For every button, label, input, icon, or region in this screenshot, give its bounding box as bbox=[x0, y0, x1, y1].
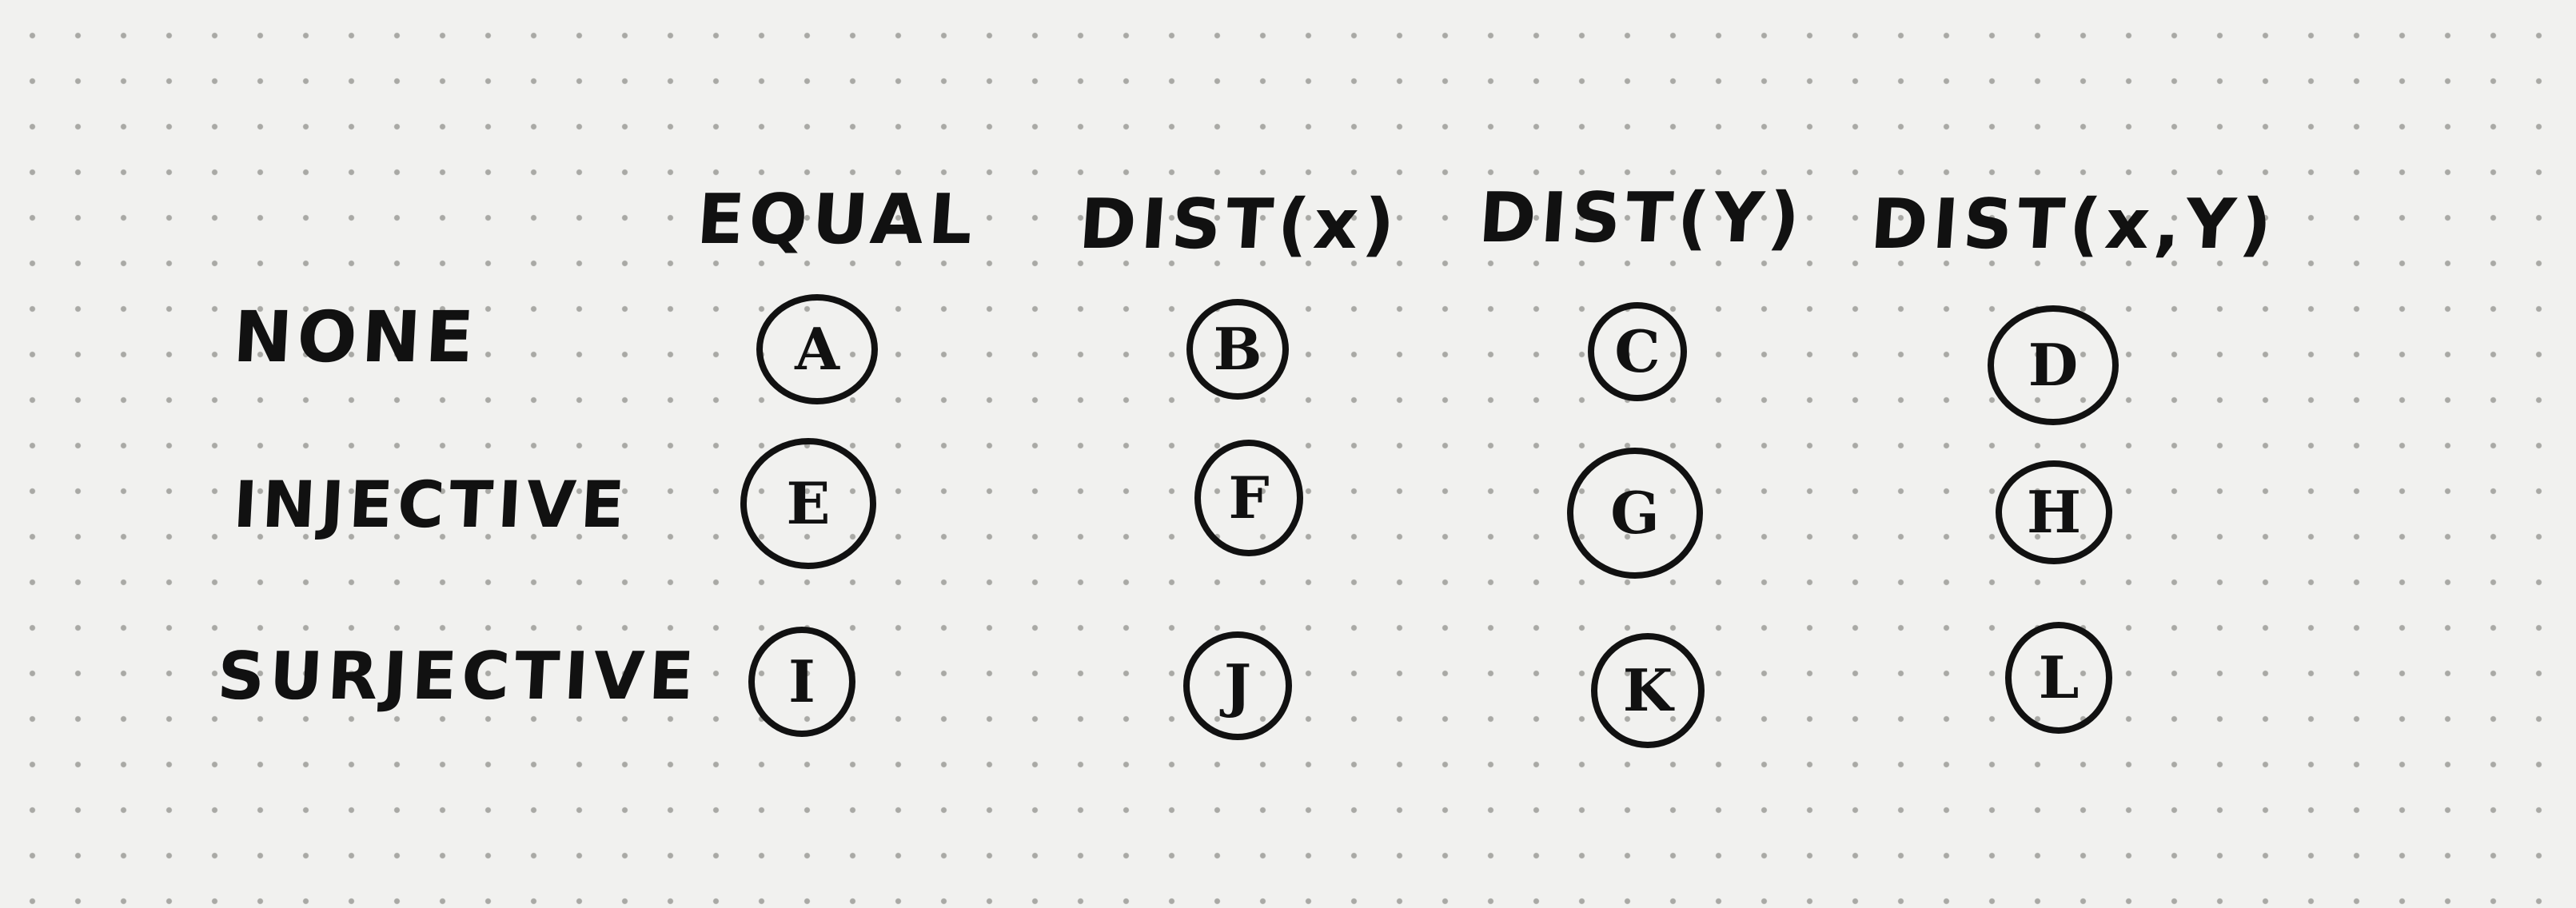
cell-k: K bbox=[1591, 633, 1705, 748]
cell-a: A bbox=[756, 294, 878, 404]
row-label-surjective: SURJECTIVE bbox=[215, 639, 700, 715]
cell-letter: F bbox=[1228, 464, 1270, 532]
cell-letter: D bbox=[2028, 331, 2079, 399]
row-label-injective: INJECTIVE bbox=[231, 468, 632, 542]
cell-h: H bbox=[1996, 460, 2112, 564]
cell-letter: G bbox=[1610, 479, 1660, 547]
row-label-none: NONE bbox=[231, 296, 481, 378]
column-header-dist-y: DIST(Y) bbox=[1476, 178, 1808, 258]
cell-letter: A bbox=[795, 315, 839, 383]
column-header-dist-x: DIST(x) bbox=[1076, 185, 1402, 265]
cell-letter: H bbox=[2026, 478, 2082, 546]
cell-letter: B bbox=[1213, 315, 1262, 383]
cell-letter: K bbox=[1622, 656, 1673, 724]
cell-letter: E bbox=[786, 469, 831, 537]
cell-letter: I bbox=[788, 647, 815, 715]
column-header-dist-xy: DIST(x,Y) bbox=[1868, 185, 2279, 265]
cell-g: G bbox=[1567, 448, 1703, 579]
cell-f: F bbox=[1194, 440, 1303, 556]
cell-i: I bbox=[748, 627, 855, 737]
column-header-equal: EQUAL bbox=[694, 180, 980, 260]
cell-letter: C bbox=[1614, 317, 1661, 385]
cell-letter: J bbox=[1223, 651, 1252, 719]
cell-j: J bbox=[1183, 631, 1292, 740]
cell-letter: L bbox=[2038, 643, 2080, 711]
cell-b: B bbox=[1186, 299, 1289, 400]
cell-e: E bbox=[740, 438, 876, 569]
cell-c: C bbox=[1588, 302, 1687, 401]
cell-d: D bbox=[1988, 305, 2119, 425]
cell-l: L bbox=[2005, 622, 2112, 734]
dotted-paper-sheet: EQUAL DIST(x) DIST(Y) DIST(x,Y) NONE INJ… bbox=[0, 0, 2576, 908]
